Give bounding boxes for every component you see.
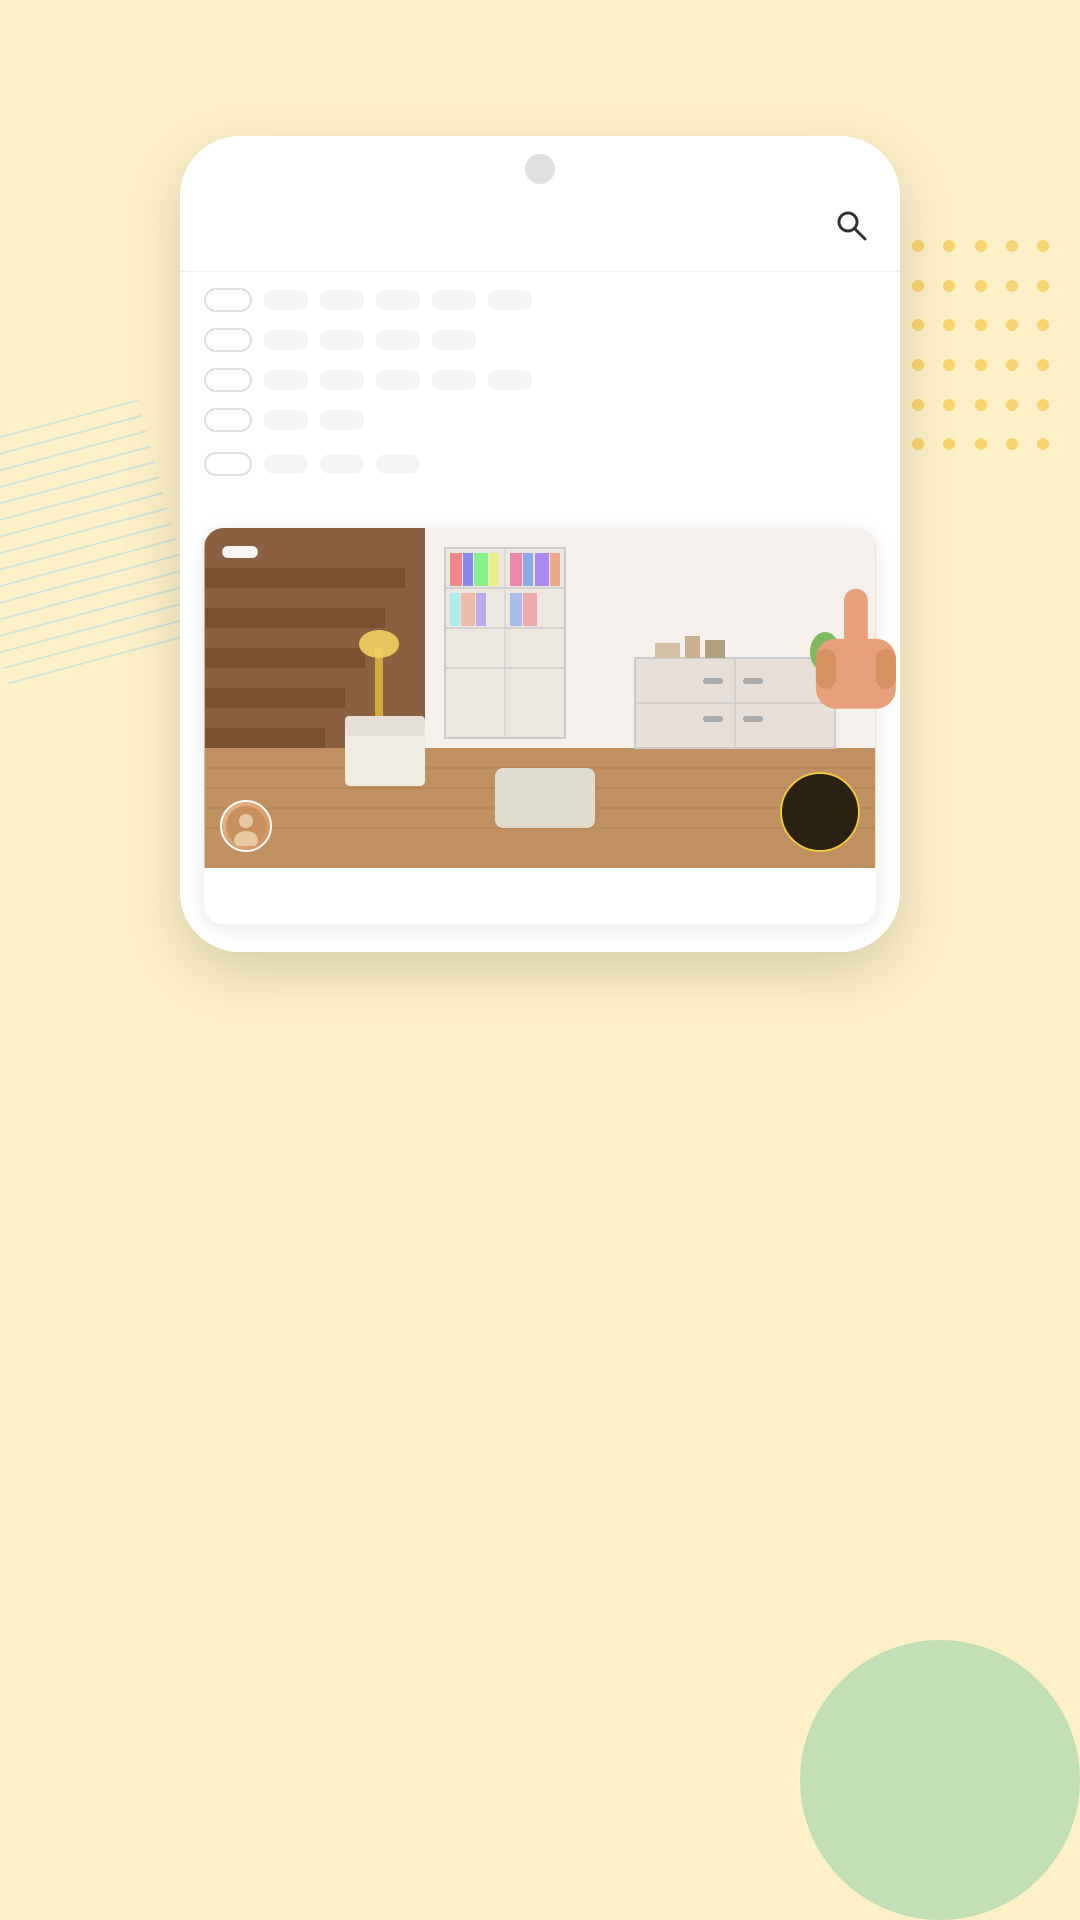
search-icon[interactable]: [834, 208, 868, 251]
filter-chip-4room[interactable]: [432, 290, 476, 310]
filter-chip-all-room[interactable]: [204, 288, 252, 312]
filter-chip-all-area[interactable]: [204, 328, 252, 352]
app-header: [180, 184, 900, 272]
filter-chip-3room[interactable]: [376, 290, 420, 310]
filter-chip-american[interactable]: [264, 370, 308, 390]
header-area: [0, 0, 1080, 136]
filter-chip-1room[interactable]: [264, 290, 308, 310]
filter-section: [180, 272, 900, 492]
sort-chip-editor[interactable]: [264, 454, 308, 474]
filter-chip-modern[interactable]: [432, 370, 476, 390]
filter-chip-area-120[interactable]: [432, 330, 476, 350]
card-image: [204, 528, 876, 868]
sort-chip-most-collect[interactable]: [320, 454, 364, 474]
filter-chip-from-designer[interactable]: [320, 410, 364, 430]
bg-circle-green: [800, 1640, 1080, 1920]
phone-mockup: [180, 136, 900, 952]
filter-chip-area-90-120[interactable]: [376, 330, 420, 350]
filter-row-sort: [204, 448, 876, 492]
phone-notch: [525, 154, 555, 184]
filter-chip-nordic[interactable]: [320, 370, 364, 390]
filter-row-source: [204, 408, 876, 432]
filter-chip-area-60-90[interactable]: [320, 330, 364, 350]
user-avatar: [220, 800, 272, 852]
filter-chip-all-source[interactable]: [204, 408, 252, 432]
filter-chip-all-style[interactable]: [204, 368, 252, 392]
editor-badge: [780, 772, 860, 852]
filter-chip-from-owner[interactable]: [264, 410, 308, 430]
sort-chip-most-share[interactable]: [376, 454, 420, 474]
card-tag: [222, 546, 258, 558]
filter-chip-2room[interactable]: [320, 290, 364, 310]
filter-chip-5room[interactable]: [488, 290, 532, 310]
case-card[interactable]: [204, 528, 876, 924]
card-area: [180, 508, 900, 952]
filter-row-room-type: [204, 288, 876, 312]
filter-chip-japanese[interactable]: [376, 370, 420, 390]
filter-chip-retro[interactable]: [488, 370, 532, 390]
card-content: [204, 868, 876, 924]
sort-chip-default[interactable]: [204, 452, 252, 476]
filter-row-area: [204, 328, 876, 352]
filter-chip-area-60[interactable]: [264, 330, 308, 350]
user-info: [220, 800, 282, 852]
filter-row-style: [204, 368, 876, 392]
